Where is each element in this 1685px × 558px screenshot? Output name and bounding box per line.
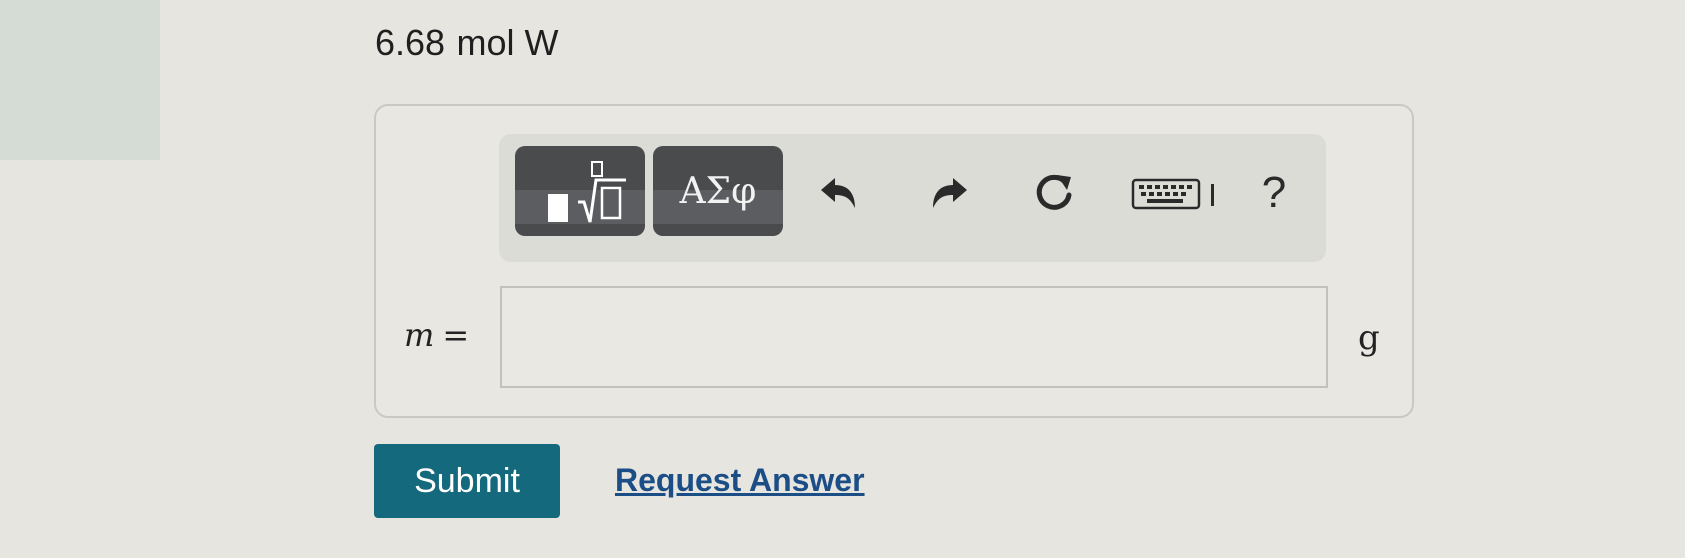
equals-sign: = xyxy=(442,316,470,354)
undo-button[interactable] xyxy=(809,164,869,224)
answer-unit: g xyxy=(1358,318,1380,358)
redo-icon xyxy=(933,178,967,208)
math-toolbar: ΑΣφ ? xyxy=(499,134,1326,262)
answer-input[interactable] xyxy=(500,286,1328,388)
quantity-value: 6.68 xyxy=(375,22,446,63)
answer-panel: ΑΣφ ? m = g xyxy=(374,104,1414,418)
answer-variable-label: m = xyxy=(404,316,469,354)
templates-button[interactable] xyxy=(515,146,645,236)
help-label: ? xyxy=(1261,168,1287,217)
help-button[interactable]: ? xyxy=(1244,158,1304,228)
keyboard-icon xyxy=(1131,178,1214,210)
greek-symbols-label: ΑΣφ xyxy=(679,170,757,212)
request-answer-link[interactable]: Request Answer xyxy=(615,462,865,499)
quantity-unit: mol W xyxy=(456,22,559,63)
variable-symbol: m xyxy=(404,316,435,354)
background-panel xyxy=(0,0,160,160)
submit-button[interactable]: Submit xyxy=(374,444,560,518)
keyboard-button[interactable] xyxy=(1124,164,1234,224)
greek-symbols-button[interactable]: ΑΣφ xyxy=(653,146,783,236)
reset-icon xyxy=(1036,174,1072,210)
reset-button[interactable] xyxy=(1024,164,1084,224)
fraction-root-template-icon xyxy=(548,161,626,223)
redo-button[interactable] xyxy=(919,164,979,224)
question-quantity: 6.68 mol W xyxy=(375,22,559,64)
undo-icon xyxy=(821,178,855,208)
